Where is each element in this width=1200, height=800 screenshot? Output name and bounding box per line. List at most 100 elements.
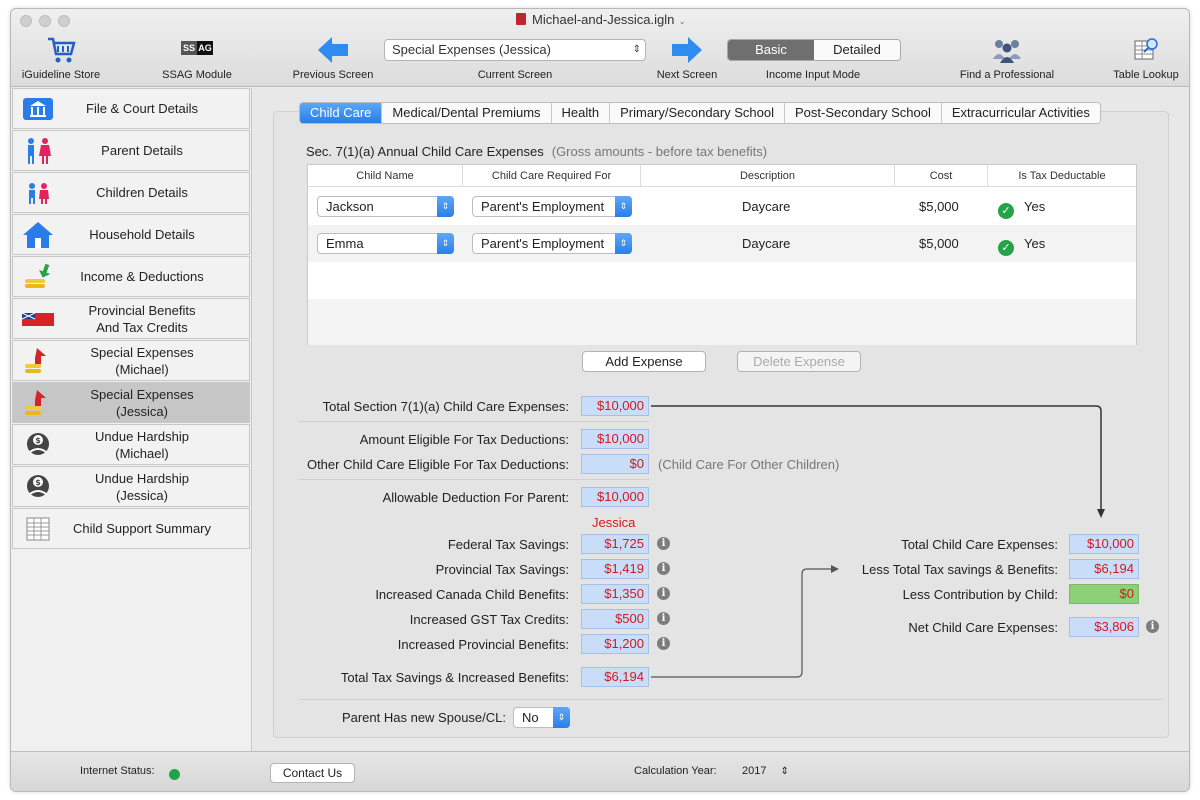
tab-primary-secondary[interactable]: Primary/Secondary School [610, 103, 786, 123]
tab-medical-dental[interactable]: Medical/Dental Premiums [382, 103, 552, 123]
total-savings-value: $6,194 [581, 667, 649, 687]
info-icon[interactable]: i [657, 637, 670, 650]
column-header-description[interactable]: Description [641, 165, 895, 187]
info-icon[interactable]: i [657, 562, 670, 575]
checkmark-icon: ✓ [998, 203, 1014, 219]
column-header-tax-deductable[interactable]: Is Tax Deductable [988, 165, 1136, 187]
sidebar-item-parent-details[interactable]: Parent Details [12, 130, 250, 171]
new-spouse-label: Parent Has new Spouse/CL: [341, 710, 506, 725]
net-child-care-label: Net Child Care Expenses: [908, 620, 1058, 635]
toolbar: Michael-and-Jessica.igln ⌄ iGuideline Sto… [11, 9, 1189, 87]
expense-arrow-icon [25, 390, 46, 415]
tab-extracurricular[interactable]: Extracurricular Activities [941, 103, 1100, 123]
children-icon [29, 183, 49, 204]
courthouse-icon [23, 98, 53, 120]
find-professional-button[interactable]: Find a Professional [951, 35, 1063, 81]
sidebar-item-undue-hardship-michael[interactable]: $ Undue Hardship (Michael) [12, 424, 250, 465]
tab-child-care[interactable]: Child Care [300, 103, 383, 123]
sidebar-item-provincial-benefits[interactable]: Provincial Benefits And Tax Credits [12, 298, 250, 339]
net-child-care-value: $3,806 [1069, 617, 1139, 637]
provincial-benefits-label: Increased Provincial Benefits: [397, 637, 569, 652]
sidebar-item-income-deductions[interactable]: Income & Deductions [12, 256, 250, 297]
column-header-cost[interactable]: Cost [895, 165, 988, 187]
other-child-care-label: Other Child Care Eligible For Tax Deduct… [306, 457, 569, 472]
provincial-benefits-value: $1,200 [581, 634, 649, 654]
allowable-deduction-value: $10,000 [581, 487, 649, 507]
previous-screen-button[interactable]: Previous Screen [287, 35, 379, 81]
expense-tabs: Child Care Medical/Dental Premiums Healt… [299, 102, 1101, 124]
cost-cell: $5,000 [919, 199, 959, 214]
child-care-table: Child Name Child Care Required For Descr… [307, 164, 1137, 345]
next-screen-button[interactable]: Next Screen [641, 35, 733, 81]
info-icon[interactable]: i [1146, 620, 1159, 633]
other-child-care-note: (Child Care For Other Children) [658, 457, 840, 472]
section-title: Sec. 7(1)(a) Annual Child Care Expenses(… [306, 144, 768, 159]
total-child-care-label: Total Section 7(1)(a) Child Care Expense… [322, 399, 569, 414]
current-screen-label-box: Current Screen [477, 69, 553, 81]
parents-icon [28, 138, 51, 164]
table-lookup-button[interactable]: Table Lookup [1103, 35, 1189, 81]
professionals-icon [993, 40, 1021, 63]
deductible-cell: ✓ Yes [998, 225, 1045, 262]
sidebar-item-child-support-summary[interactable]: Child Support Summary [12, 508, 250, 549]
add-expense-button[interactable]: Add Expense [582, 351, 706, 372]
table-row[interactable]: Emma ⇕ Parent's Employment ⇕ Daycare $5,00… [308, 225, 1136, 262]
less-savings-value: $6,194 [1069, 559, 1139, 579]
tab-health[interactable]: Health [551, 103, 611, 123]
new-spouse-select[interactable]: No ⇕ [513, 707, 570, 728]
parent-name-heading: Jessica [592, 515, 636, 530]
document-icon [516, 13, 527, 25]
description-cell: Daycare [742, 199, 791, 214]
income-input-mode-label-box: Income Input Mode [765, 69, 861, 81]
delete-expense-button[interactable]: Delete Expense [737, 351, 861, 372]
provincial-tax-value: $1,419 [581, 559, 649, 579]
child-contribution-input[interactable]: $0 [1069, 584, 1139, 604]
other-child-care-input[interactable]: $0 [581, 454, 649, 474]
table-magnifier-icon [1134, 38, 1158, 60]
description-cell: Daycare [742, 236, 791, 251]
svg-text:$: $ [35, 436, 41, 445]
sidebar-item-file-court[interactable]: File & Court Details [12, 88, 250, 129]
gst-credit-label: Increased GST Tax Credits: [409, 612, 569, 627]
divider [299, 699, 1163, 700]
window-title[interactable]: Michael-and-Jessica.igln ⌄ [11, 12, 1189, 27]
less-savings-label: Less Total Tax savings & Benefits: [861, 562, 1058, 577]
canada-child-benefit-label: Increased Canada Child Benefits: [375, 587, 569, 602]
divider [299, 421, 649, 422]
sidebar-item-special-expenses-michael[interactable]: Special Expenses (Michael) [12, 340, 250, 381]
column-header-required-for[interactable]: Child Care Required For [463, 165, 641, 187]
child-contribution-label: Less Contribution by Child: [902, 587, 1058, 602]
income-icon [25, 263, 51, 288]
expense-arrow-icon [25, 348, 46, 373]
sidebar-item-special-expenses-jessica[interactable]: Special Expenses (Jessica) [12, 382, 250, 423]
required-for-select[interactable]: Parent's Employment ⇕ [472, 233, 632, 254]
updown-arrows-icon: ⇕ [615, 196, 632, 217]
info-icon[interactable]: i [657, 587, 670, 600]
sidebar-item-household-details[interactable]: Household Details [12, 214, 250, 255]
info-icon[interactable]: i [657, 537, 670, 550]
tab-post-secondary[interactable]: Post-Secondary School [785, 103, 942, 123]
table-row[interactable]: Jackson ⇕ Parent's Employment ⇕ Daycare $5… [308, 188, 1136, 225]
required-for-select[interactable]: Parent's Employment ⇕ [472, 196, 632, 217]
allowable-deduction-label: Allowable Deduction For Parent: [382, 490, 569, 505]
sidebar-item-undue-hardship-jessica[interactable]: $ Undue Hardship (Jessica) [12, 466, 250, 507]
federal-tax-value: $1,725 [581, 534, 649, 554]
summary-icon [26, 517, 50, 541]
info-icon[interactable]: i [657, 612, 670, 625]
child-name-select[interactable]: Emma ⇕ [317, 233, 454, 254]
net-total-value: $10,000 [1069, 534, 1139, 554]
calculation-year-select[interactable]: 2017 ⇕ [742, 765, 789, 777]
sidebar-item-children-details[interactable]: Children Details [12, 172, 250, 213]
child-name-select[interactable]: Jackson ⇕ [317, 196, 454, 217]
contact-us-button[interactable]: Contact Us [270, 763, 355, 783]
flag-icon [21, 312, 54, 326]
iguideline-store-button[interactable]: iGuideline Store [17, 35, 105, 81]
divider [299, 479, 649, 480]
calculation-year-label: Calculation Year: [634, 765, 717, 777]
provincial-tax-label: Provincial Tax Savings: [435, 562, 569, 577]
ssag-module-button[interactable]: SS AG SSAG Module [151, 35, 243, 81]
canada-child-benefit-value: $1,350 [581, 584, 649, 604]
column-header-child-name[interactable]: Child Name [308, 165, 463, 187]
internet-status-label: Internet Status: [80, 765, 155, 777]
updown-arrows-icon: ⇕ [632, 44, 641, 55]
